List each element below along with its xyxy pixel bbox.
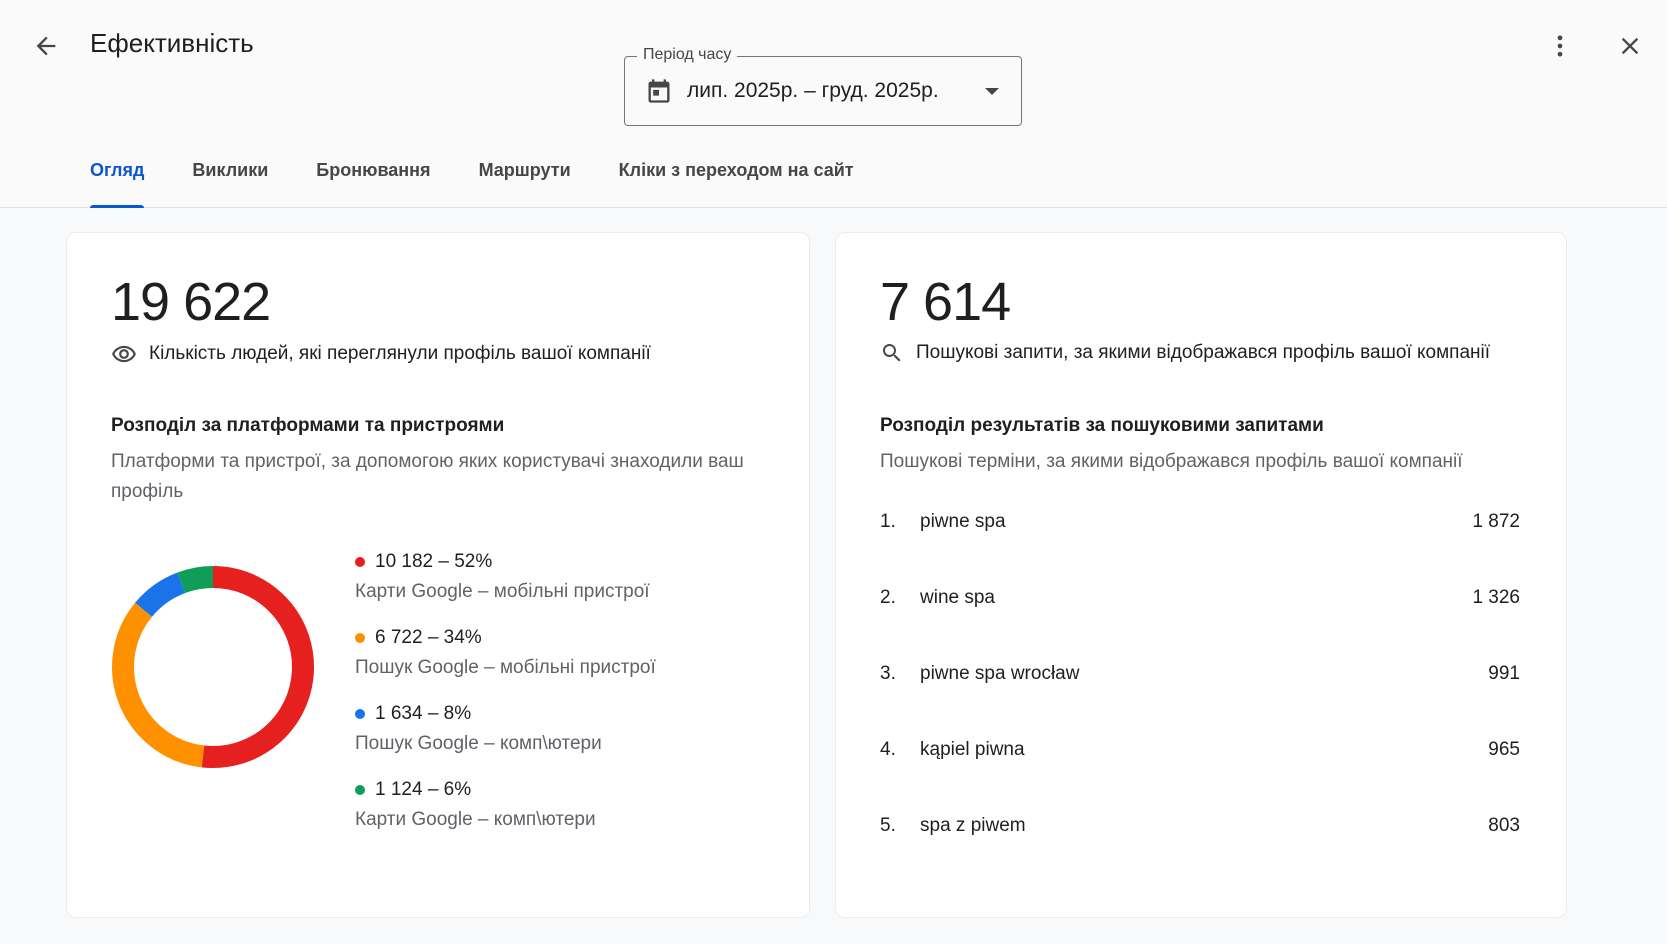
search-icon [883,344,901,362]
query-count: 803 [1488,815,1520,836]
profile-views-card: 19 622 Кількість людей, які переглянули … [66,232,810,918]
search-queries-card: 7 614 Пошукові запити, за якими відображ… [835,232,1567,918]
tab-website-clicks[interactable]: Кліки з переходом на сайт [595,142,878,208]
legend-dot [355,709,365,719]
donut-slice-2 [112,602,205,768]
legend-dot [355,633,365,643]
tab-bookings[interactable]: Бронювання [292,142,454,208]
query-count: 965 [1488,739,1520,760]
query-rank: 3. [880,663,896,684]
search-queries-value: 7 614 [880,272,1011,332]
list-item: 5. spa z piwem 803 [880,815,1520,891]
legend-desc: Пошук Google – комп\ютери [355,733,602,754]
period-label: Період часу [637,46,738,64]
period-value: лип. 2025р. – груд. 2025р. [687,79,939,102]
top-bar: Ефективність Період часу лип. 2025р. – г… [0,0,1667,208]
list-item: 4. kąpiel piwna 965 [880,739,1520,815]
page-title: Ефективність [90,28,254,58]
tab-bar: Огляд Виклики Бронювання Маршрути Кліки … [66,142,878,208]
profile-views-label: Кількість людей, які переглянули профіль… [149,343,651,364]
search-queries-label-row: Пошукові запити, за якими відображався п… [880,341,1490,365]
query-term: wine spa [920,587,995,608]
legend-value: 10 182 – 52% [375,551,493,572]
query-term: piwne spa [920,511,1006,532]
query-term: kąpiel piwna [920,739,1025,760]
legend-desc: Пошук Google – мобільні пристрої [355,657,656,678]
profile-views-label-row: Кількість людей, які переглянули профіль… [111,341,651,367]
legend-item: 1 634 – 8% Пошук Google – комп\ютери [355,703,775,779]
legend-dot [355,557,365,567]
list-item: 1. piwne spa 1 872 [880,511,1520,587]
period-selector[interactable]: Період часу лип. 2025р. – груд. 2025р. [624,46,1022,126]
query-breakdown-subtitle: Пошукові терміни, за якими відображався … [880,451,1463,472]
query-rank: 1. [880,511,896,532]
legend-item: 1 124 – 6% Карти Google – комп\ютери [355,779,775,855]
legend-item: 10 182 – 52% Карти Google – мобільні при… [355,551,775,627]
platform-breakdown-subtitle: Платформи та пристрої, за допомогою яких… [111,451,744,502]
legend-item: 6 722 – 34% Пошук Google – мобільні прис… [355,627,775,703]
tab-overview[interactable]: Огляд [66,142,168,208]
query-list: 1. piwne spa 1 872 2. wine spa 1 326 3. … [880,511,1520,891]
query-rank: 4. [880,739,896,760]
donut-slice-3 [135,572,186,618]
query-term: spa z piwem [920,815,1026,836]
list-item: 3. piwne spa wrocław 991 [880,663,1520,739]
close-button[interactable] [1610,26,1650,66]
legend-dot [355,785,365,795]
query-count: 1 872 [1472,511,1520,532]
arrow-back-icon [36,36,56,56]
legend-desc: Карти Google – комп\ютери [355,809,596,830]
back-button[interactable] [26,26,66,66]
close-icon [1621,37,1639,55]
platform-legend: 10 182 – 52% Карти Google – мобільні при… [355,551,775,855]
platform-donut-chart [112,566,314,768]
query-term: piwne spa wrocław [920,663,1080,684]
legend-value: 1 124 – 6% [375,779,472,800]
profile-views-value: 19 622 [111,272,271,332]
query-rank: 5. [880,815,896,836]
eye-icon [112,345,136,363]
tab-calls[interactable]: Виклики [168,142,292,208]
more-options-button[interactable] [1540,26,1580,66]
query-count: 991 [1488,663,1520,684]
list-item: 2. wine spa 1 326 [880,587,1520,663]
query-breakdown-title: Розподіл результатів за пошуковими запит… [880,415,1324,436]
donut-slice-1 [201,566,314,768]
query-rank: 2. [880,587,896,608]
calendar-icon [648,79,670,103]
legend-value: 1 634 – 8% [375,703,472,724]
search-queries-label: Пошукові запити, за якими відображався п… [916,342,1490,363]
donut-slice-4 [177,566,214,594]
query-count: 1 326 [1472,587,1520,608]
chevron-down-icon [985,88,999,95]
legend-desc: Карти Google – мобільні пристрої [355,581,650,602]
legend-value: 6 722 – 34% [375,627,482,648]
tab-directions[interactable]: Маршрути [455,142,595,208]
platform-breakdown-title: Розподіл за платформами та пристроями [111,415,505,436]
more-vert-icon [1557,35,1563,57]
